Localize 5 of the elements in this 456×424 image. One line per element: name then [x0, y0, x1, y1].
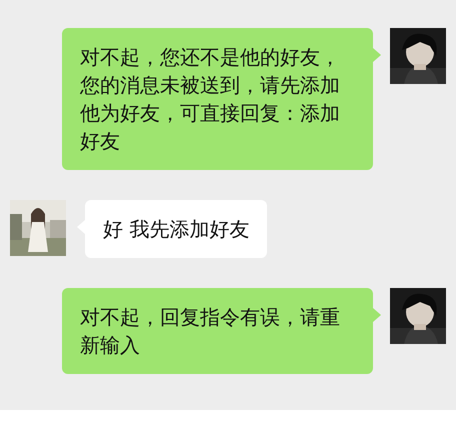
- bubble-tail: [373, 308, 381, 322]
- message-bubble: 好 我先添加好友: [85, 200, 268, 258]
- message-bubble: 对不起，您还不是他的好友，您的消息未被送到，请先添加他为好友，可直接回复：添加好友: [62, 28, 373, 170]
- bubble-tail: [373, 48, 381, 62]
- message-bubble: 对不起，回复指令有误，请重新输入: [62, 288, 373, 374]
